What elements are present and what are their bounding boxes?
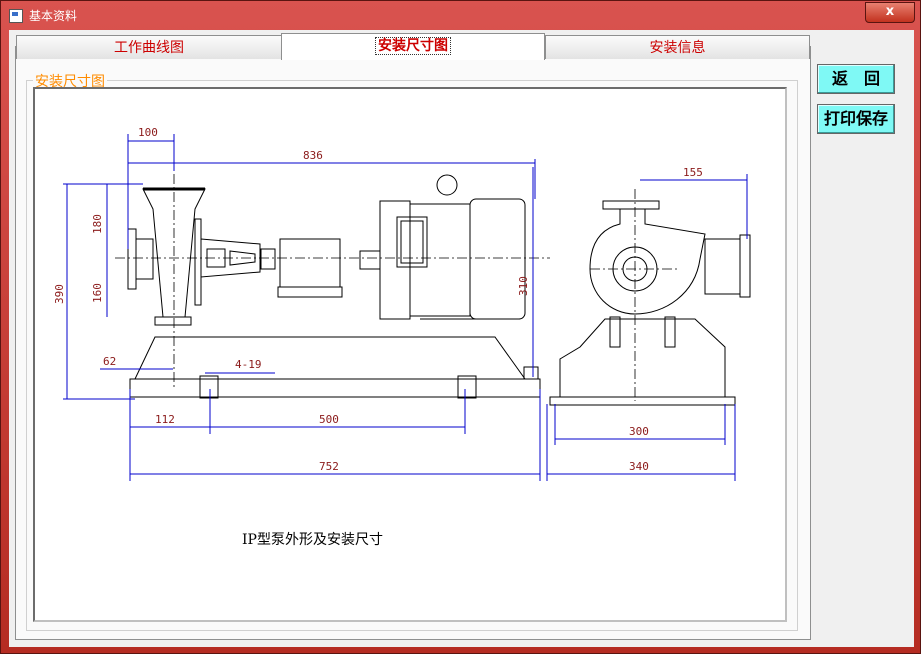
base-plate <box>129 378 541 398</box>
window-title: 基本资料 <box>29 9 78 23</box>
pump-drawing-svg: 100 836 155 180 160 390 310 62 4-19 112 … <box>53 126 751 481</box>
side-base <box>559 318 726 398</box>
dim-text-836: 836 <box>303 149 323 162</box>
print-save-button[interactable]: 打印保存 <box>817 104 895 134</box>
tab-work-curve[interactable]: 工作曲线图 <box>16 35 282 59</box>
title-bar: 基本资料 x <box>1 1 920 31</box>
dim-text-100: 100 <box>138 126 158 139</box>
dim-text-390: 390 <box>53 284 66 304</box>
terminal-box-inner <box>400 220 424 264</box>
dim-text-180: 180 <box>91 214 104 234</box>
app-icon <box>9 9 23 23</box>
main-window: 基本资料 x 工作曲线图 安装尺寸图 安装信息 安装尺寸图 100 836 15… <box>0 0 921 654</box>
side-base-plate <box>549 396 736 406</box>
side-discharge-flange <box>602 200 660 210</box>
base-frame <box>134 336 526 380</box>
motor-shaft-end <box>359 250 381 270</box>
tab-label: 安装尺寸图 <box>375 37 451 55</box>
suction-flange <box>127 228 137 290</box>
tab-install-dimensions[interactable]: 安装尺寸图 <box>281 33 545 60</box>
side-support-2 <box>664 316 676 348</box>
side-flange <box>739 234 751 298</box>
dim-text-4-19: 4-19 <box>235 358 262 371</box>
side-motor-stub <box>704 238 741 295</box>
tab-install-info[interactable]: 安装信息 <box>545 35 810 59</box>
client-area: 工作曲线图 安装尺寸图 安装信息 安装尺寸图 100 836 155 180 1… <box>9 30 914 647</box>
side-volute <box>589 209 706 315</box>
suction-nozzle <box>136 238 154 280</box>
shaft-sleeve <box>260 248 276 270</box>
side-support-1 <box>609 316 621 348</box>
dimension-drawing: 100 836 155 180 160 390 310 62 4-19 112 … <box>33 87 787 622</box>
tab-panel: 工作曲线图 安装尺寸图 安装信息 安装尺寸图 100 836 155 180 1… <box>15 33 811 640</box>
motor-body <box>469 198 526 320</box>
close-button[interactable]: x <box>865 2 915 23</box>
dimension-group: 安装尺寸图 100 836 155 180 160 390 310 62 4-1… <box>26 71 798 631</box>
lifting-eye <box>436 174 458 196</box>
dim-text-310: 310 <box>517 276 530 296</box>
drawing-caption: IP型泵外形及安装尺寸 <box>242 532 383 548</box>
dim-text-752: 752 <box>319 460 339 473</box>
dim-text-62: 62 <box>103 355 116 368</box>
dim-text-112: 112 <box>155 413 175 426</box>
casing-cover <box>194 218 202 306</box>
dim-text-160: 160 <box>91 283 104 303</box>
base-end-block <box>523 366 539 380</box>
guard-base <box>277 286 343 298</box>
dim-text-155: 155 <box>683 166 703 179</box>
back-button[interactable]: 返 回 <box>817 64 895 94</box>
pump-foot <box>154 316 192 326</box>
dim-text-300: 300 <box>629 425 649 438</box>
dim-text-500: 500 <box>319 413 339 426</box>
motor-end-cover <box>379 200 411 320</box>
coupling-guard <box>279 238 341 288</box>
dim-text-340: 340 <box>629 460 649 473</box>
